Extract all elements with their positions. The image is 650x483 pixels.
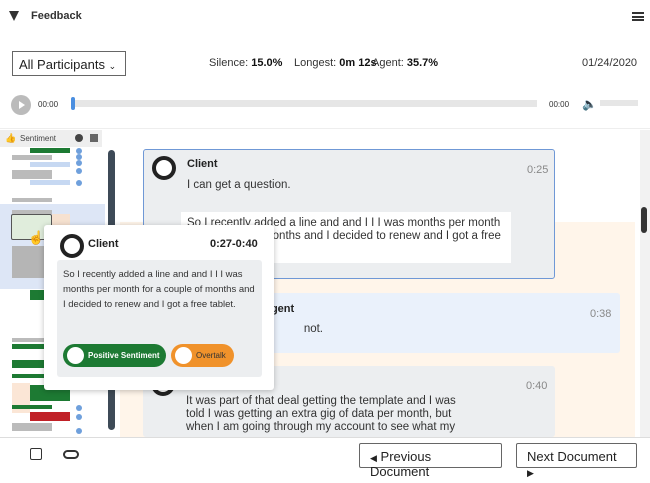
filter-icon[interactable] bbox=[9, 11, 19, 21]
hand-cursor-icon: ☝ bbox=[28, 230, 45, 245]
previous-document-button[interactable]: ◀ Previous Document bbox=[359, 443, 502, 479]
silence-stat: Silence: 15.0% bbox=[209, 57, 283, 69]
client-avatar-icon bbox=[60, 234, 84, 258]
current-time: 00:00 bbox=[38, 100, 59, 109]
agent-stat: Agent: 35.7% bbox=[372, 57, 439, 69]
popup-text: So I recently added a line and and I I I… bbox=[63, 269, 255, 310]
page-title: Feedback bbox=[31, 10, 82, 22]
end-time: 00:00 bbox=[549, 100, 570, 109]
timestamp: 0:25 bbox=[527, 164, 549, 176]
link-icon[interactable] bbox=[63, 450, 79, 459]
client-avatar-icon bbox=[152, 156, 176, 180]
positive-sentiment-tag[interactable]: Positive Sentiment bbox=[63, 344, 166, 367]
popup-time-range: 0:27-0:40 bbox=[210, 238, 258, 250]
overtalk-tag[interactable]: Overtalk bbox=[171, 344, 234, 367]
message-text: I can get a question. bbox=[187, 179, 291, 191]
message-text: It was part of that deal getting the tem… bbox=[186, 395, 456, 433]
transcript-scrollbar-thumb[interactable] bbox=[641, 207, 647, 233]
thumbs-up-icon: 👍 bbox=[5, 133, 17, 143]
participants-dropdown[interactable]: All Participants ⌄ bbox=[12, 51, 126, 76]
caret-right-icon: ▶ bbox=[527, 468, 534, 478]
divider bbox=[0, 128, 650, 129]
thumbs-up-icon bbox=[67, 347, 84, 364]
longest-stat: Longest: 0m 12s bbox=[294, 57, 377, 69]
speaker-filter-icon[interactable] bbox=[75, 134, 83, 142]
next-document-button[interactable]: Next Document ▶ bbox=[516, 443, 637, 478]
segment-popup: Client 0:27-0:40 So I recently added a l… bbox=[44, 225, 274, 390]
timestamp: 0:38 bbox=[590, 308, 612, 320]
caret-left-icon: ◀ bbox=[370, 453, 377, 463]
volume-icon[interactable]: 🔈 bbox=[582, 97, 597, 111]
volume-slider[interactable] bbox=[600, 100, 638, 106]
table-icon[interactable] bbox=[90, 134, 98, 142]
hamburger-icon[interactable] bbox=[632, 12, 644, 21]
audio-progress-track[interactable] bbox=[71, 100, 537, 107]
stamp-icon[interactable] bbox=[30, 448, 42, 460]
overview-header: 👍 Sentiment bbox=[0, 130, 102, 147]
transcript-scrollbar-track[interactable] bbox=[640, 130, 650, 437]
audio-progress-handle[interactable] bbox=[71, 97, 75, 110]
participants-value: All Participants bbox=[19, 57, 105, 72]
play-button[interactable] bbox=[11, 95, 31, 115]
popup-speaker: Client bbox=[88, 238, 119, 250]
sentiment-filter[interactable]: Sentiment bbox=[20, 134, 56, 143]
overtalk-icon bbox=[175, 347, 192, 364]
date: 01/24/2020 bbox=[582, 57, 638, 69]
timestamp: 0:40 bbox=[526, 380, 548, 392]
chevron-down-icon: ⌄ bbox=[108, 61, 117, 71]
speaker-name: Client bbox=[187, 158, 218, 170]
